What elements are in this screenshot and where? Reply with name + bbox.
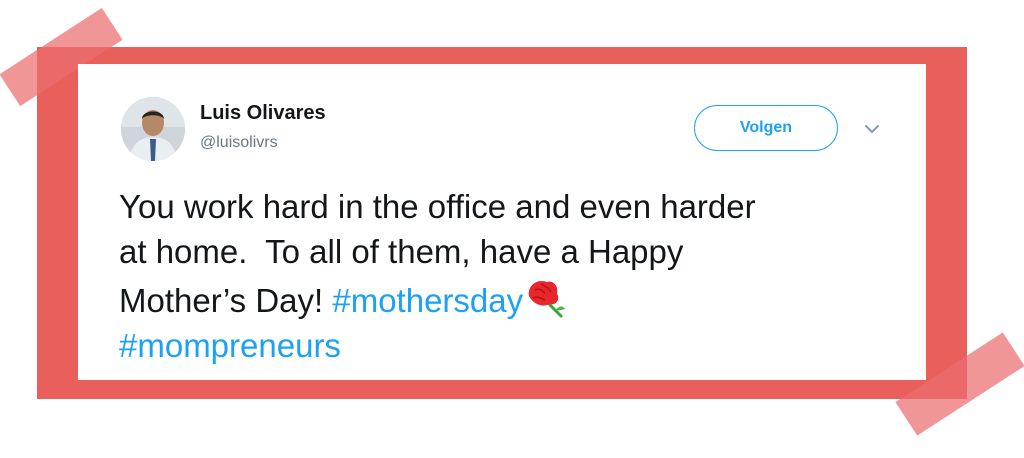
chevron-down-icon[interactable] [862,122,882,136]
author-handle[interactable]: @luisolivrs [200,134,278,152]
tweet-line-text: Mother’s Day! [119,282,333,319]
author-name[interactable]: Luis Olivares [200,102,326,125]
tweet-line: You work hard in the office and even har… [119,188,756,225]
avatar[interactable] [121,97,185,161]
tweet-line: Mother’s Day! #mothersday [119,274,879,323]
tweet-line: at home. To all of them, have a Happy [119,233,684,270]
hashtag-mompreneurs[interactable]: #mompreneurs [119,327,341,364]
tweet-text: You work hard in the office and even har… [119,184,879,368]
profile-photo [121,97,185,161]
hashtag-mothersday[interactable]: #mothersday [332,282,523,319]
tweet-line: #mompreneurs [119,323,879,368]
flower-icon [528,280,566,318]
follow-button[interactable]: Volgen [694,105,838,151]
